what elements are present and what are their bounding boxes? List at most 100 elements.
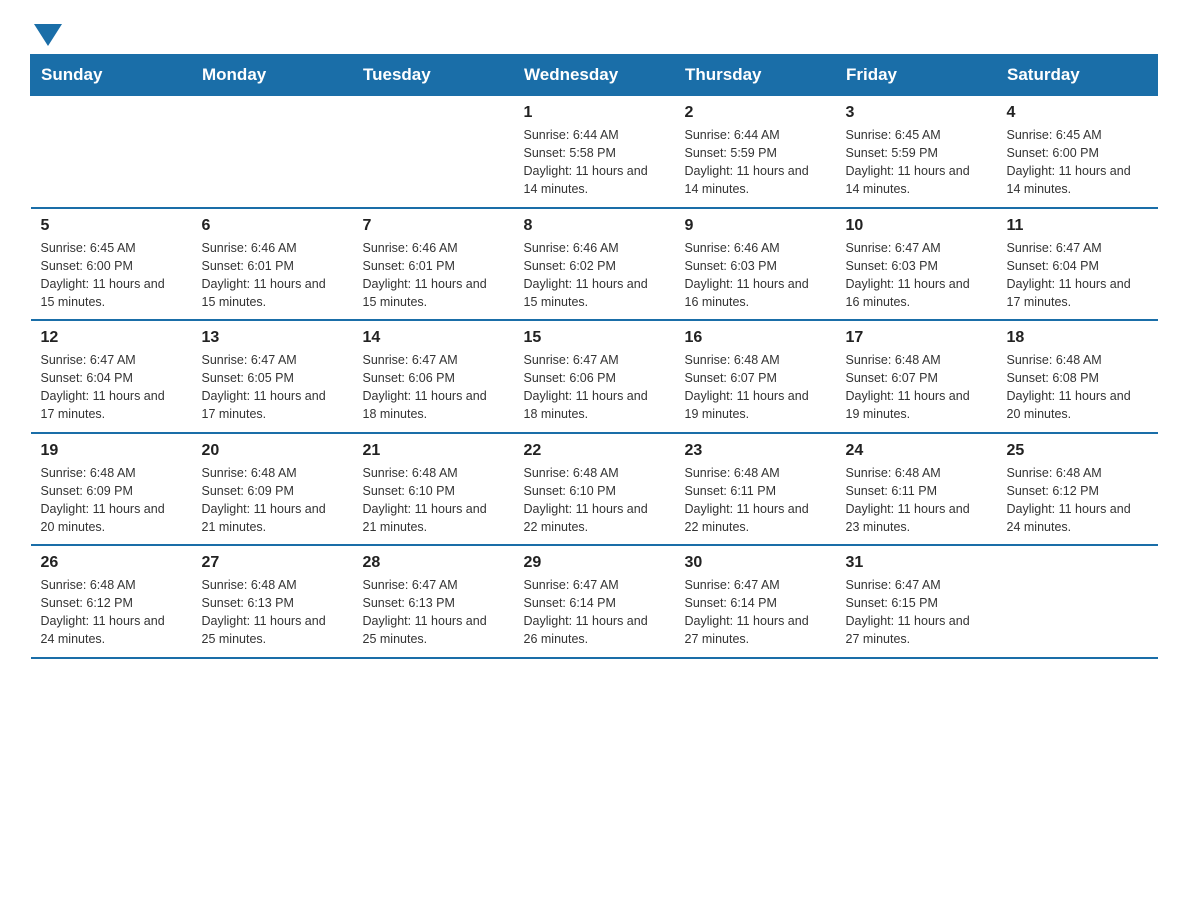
calendar-day-cell (31, 96, 192, 208)
day-number: 24 (846, 442, 987, 460)
day-number: 17 (846, 329, 987, 347)
calendar-day-cell: 30 Sunrise: 6:47 AMSunset: 6:14 PMDayligh… (675, 545, 836, 658)
sunset-text: Sunset: 5:58 PM (524, 144, 665, 162)
daylight-text: Daylight: 11 hours and 27 minutes. (846, 612, 987, 648)
calendar-day-cell: 16Sunrise: 6:48 AMSunset: 6:07 PMDayligh… (675, 320, 836, 433)
sunrise-text: Sunrise: 6:47 AM (685, 576, 826, 594)
sunset-text: Sunset: 6:06 PM (363, 369, 504, 387)
day-number: 14 (363, 329, 504, 347)
daylight-text: Daylight: 11 hours and 25 minutes. (202, 612, 343, 648)
daylight-text: Daylight: 11 hours and 16 minutes. (846, 275, 987, 311)
sunrise-text: Sunrise: 6:48 AM (41, 464, 182, 482)
sunrise-text: Sunrise: 6:47 AM (41, 351, 182, 369)
daylight-text: Daylight: 11 hours and 22 minutes. (685, 500, 826, 536)
sunrise-text: Sunrise: 6:48 AM (846, 351, 987, 369)
daylight-text: Daylight: 11 hours and 14 minutes. (846, 162, 987, 198)
calendar-day-cell: 8 Sunrise: 6:46 AMSunset: 6:02 PMDaylight… (514, 208, 675, 321)
calendar-day-cell: 4 Sunrise: 6:45 AMSunset: 6:00 PMDaylight… (997, 96, 1158, 208)
calendar-day-cell: 24 Sunrise: 6:48 AMSunset: 6:11 PMDayligh… (836, 433, 997, 546)
calendar-week-row: 5Sunrise: 6:45 AMSunset: 6:00 PMDaylight… (31, 208, 1158, 321)
daylight-text: Daylight: 11 hours and 26 minutes. (524, 612, 665, 648)
day-number: 15 (524, 329, 665, 347)
daylight-text: Daylight: 11 hours and 15 minutes. (41, 275, 182, 311)
calendar-week-row: 26Sunrise: 6:48 AMSunset: 6:12 PMDayligh… (31, 545, 1158, 658)
logo (30, 20, 62, 44)
day-info: Sunrise: 6:47 AMSunset: 6:03 PMDaylight:… (846, 239, 987, 312)
day-info: Sunrise: 6:48 AMSunset: 6:10 PMDaylight:… (524, 464, 665, 537)
day-info: Sunrise: 6:45 AMSunset: 5:59 PMDaylight:… (846, 126, 987, 199)
sunset-text: Sunset: 6:13 PM (202, 594, 343, 612)
day-number: 29 (524, 554, 665, 572)
day-info: Sunrise: 6:44 AMSunset: 5:59 PMDaylight:… (685, 126, 826, 199)
sunset-text: Sunset: 6:11 PM (846, 482, 987, 500)
daylight-text: Daylight: 11 hours and 23 minutes. (846, 500, 987, 536)
daylight-text: Daylight: 11 hours and 17 minutes. (1007, 275, 1148, 311)
day-number: 5 (41, 217, 182, 235)
day-number: 4 (1007, 104, 1148, 122)
day-number: 20 (202, 442, 343, 460)
header-friday: Friday (836, 55, 997, 96)
daylight-text: Daylight: 11 hours and 16 minutes. (685, 275, 826, 311)
calendar-day-cell: 17Sunrise: 6:48 AMSunset: 6:07 PMDayligh… (836, 320, 997, 433)
day-info: Sunrise: 6:45 AMSunset: 6:00 PMDaylight:… (1007, 126, 1148, 199)
sunset-text: Sunset: 6:14 PM (524, 594, 665, 612)
day-number: 8 (524, 217, 665, 235)
day-number: 19 (41, 442, 182, 460)
daylight-text: Daylight: 11 hours and 21 minutes. (202, 500, 343, 536)
sunrise-text: Sunrise: 6:46 AM (363, 239, 504, 257)
sunrise-text: Sunrise: 6:46 AM (202, 239, 343, 257)
calendar-day-cell: 3 Sunrise: 6:45 AMSunset: 5:59 PMDaylight… (836, 96, 997, 208)
daylight-text: Daylight: 11 hours and 18 minutes. (363, 387, 504, 423)
daylight-text: Daylight: 11 hours and 24 minutes. (41, 612, 182, 648)
sunset-text: Sunset: 6:09 PM (41, 482, 182, 500)
day-number: 7 (363, 217, 504, 235)
day-info: Sunrise: 6:47 AMSunset: 6:14 PMDaylight:… (524, 576, 665, 649)
sunrise-text: Sunrise: 6:45 AM (41, 239, 182, 257)
day-info: Sunrise: 6:46 AMSunset: 6:02 PMDaylight:… (524, 239, 665, 312)
daylight-text: Daylight: 11 hours and 20 minutes. (1007, 387, 1148, 423)
calendar-day-cell: 26Sunrise: 6:48 AMSunset: 6:12 PMDayligh… (31, 545, 192, 658)
day-info: Sunrise: 6:47 AMSunset: 6:14 PMDaylight:… (685, 576, 826, 649)
day-info: Sunrise: 6:47 AMSunset: 6:13 PMDaylight:… (363, 576, 504, 649)
day-number: 22 (524, 442, 665, 460)
sunset-text: Sunset: 6:05 PM (202, 369, 343, 387)
day-number: 26 (41, 554, 182, 572)
day-number: 9 (685, 217, 826, 235)
sunrise-text: Sunrise: 6:45 AM (846, 126, 987, 144)
daylight-text: Daylight: 11 hours and 21 minutes. (363, 500, 504, 536)
daylight-text: Daylight: 11 hours and 20 minutes. (41, 500, 182, 536)
page-header (30, 20, 1158, 44)
day-number: 30 (685, 554, 826, 572)
daylight-text: Daylight: 11 hours and 22 minutes. (524, 500, 665, 536)
day-number: 1 (524, 104, 665, 122)
header-monday: Monday (192, 55, 353, 96)
daylight-text: Daylight: 11 hours and 19 minutes. (685, 387, 826, 423)
sunset-text: Sunset: 6:02 PM (524, 257, 665, 275)
sunset-text: Sunset: 6:15 PM (846, 594, 987, 612)
sunrise-text: Sunrise: 6:44 AM (524, 126, 665, 144)
daylight-text: Daylight: 11 hours and 15 minutes. (363, 275, 504, 311)
day-info: Sunrise: 6:48 AMSunset: 6:11 PMDaylight:… (685, 464, 826, 537)
day-info: Sunrise: 6:48 AMSunset: 6:13 PMDaylight:… (202, 576, 343, 649)
header-wednesday: Wednesday (514, 55, 675, 96)
sunrise-text: Sunrise: 6:48 AM (1007, 464, 1148, 482)
sunset-text: Sunset: 6:07 PM (685, 369, 826, 387)
sunrise-text: Sunrise: 6:48 AM (202, 576, 343, 594)
day-number: 3 (846, 104, 987, 122)
day-info: Sunrise: 6:47 AMSunset: 6:06 PMDaylight:… (363, 351, 504, 424)
sunrise-text: Sunrise: 6:48 AM (685, 351, 826, 369)
calendar-week-row: 12Sunrise: 6:47 AMSunset: 6:04 PMDayligh… (31, 320, 1158, 433)
sunrise-text: Sunrise: 6:48 AM (41, 576, 182, 594)
logo-triangle-icon (34, 24, 62, 46)
day-info: Sunrise: 6:47 AMSunset: 6:04 PMDaylight:… (1007, 239, 1148, 312)
sunset-text: Sunset: 6:10 PM (524, 482, 665, 500)
sunset-text: Sunset: 6:04 PM (1007, 257, 1148, 275)
calendar-day-cell: 15 Sunrise: 6:47 AMSunset: 6:06 PMDayligh… (514, 320, 675, 433)
header-thursday: Thursday (675, 55, 836, 96)
sunrise-text: Sunrise: 6:44 AM (685, 126, 826, 144)
sunrise-text: Sunrise: 6:48 AM (1007, 351, 1148, 369)
sunrise-text: Sunrise: 6:48 AM (846, 464, 987, 482)
day-info: Sunrise: 6:47 AMSunset: 6:06 PMDaylight:… (524, 351, 665, 424)
header-tuesday: Tuesday (353, 55, 514, 96)
day-info: Sunrise: 6:44 AMSunset: 5:58 PMDaylight:… (524, 126, 665, 199)
